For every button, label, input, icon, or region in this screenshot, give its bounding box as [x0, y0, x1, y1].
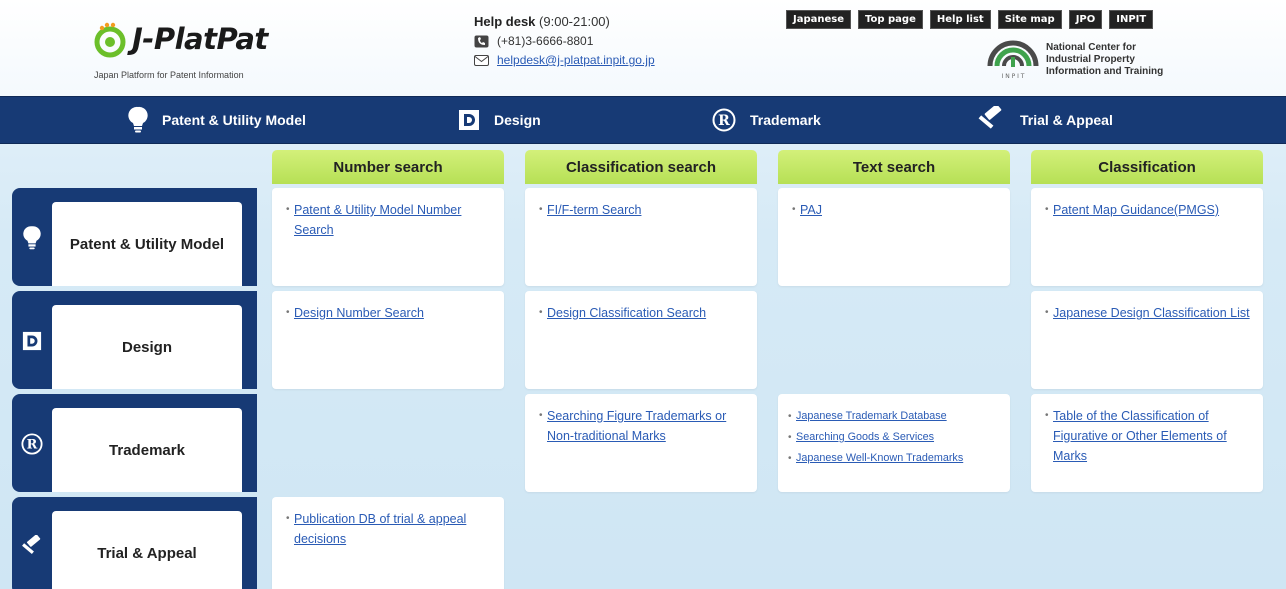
- logo-subtitle: Japan Platform for Patent Information: [94, 70, 244, 80]
- link-searching-goods-services[interactable]: Searching Goods & Services: [796, 431, 934, 443]
- logo-mark-icon: [94, 22, 126, 58]
- logo-text: J-PlatPat: [132, 22, 268, 56]
- inpit-mark-icon: I N P I T: [987, 40, 1039, 80]
- nav-trademark[interactable]: R Trademark: [712, 97, 821, 143]
- phone-icon: [474, 35, 489, 48]
- cell-patent-number-search: Patent & Utility Model Number Search: [272, 188, 504, 286]
- inpit-line2: Industrial Property: [1046, 54, 1135, 65]
- helpdesk-title: Help desk (9:00-21:00): [474, 14, 754, 29]
- row-label: Trademark: [52, 408, 242, 492]
- link-paj[interactable]: PAJ: [800, 203, 822, 217]
- inpit-text: National Center for Industrial Property …: [1046, 42, 1163, 78]
- top-link-japanese[interactable]: Japanese: [786, 10, 852, 29]
- nav-design[interactable]: Design: [458, 97, 541, 143]
- row-patent-utility-model: Patent & Utility Model: [12, 188, 257, 286]
- helpdesk-email-link[interactable]: helpdesk@j-platpat.inpit.go.jp: [497, 53, 655, 67]
- column-header-number-search: Number search: [272, 150, 504, 184]
- link-fi-f-term-search[interactable]: FI/F-term Search: [547, 203, 641, 217]
- registered-r-icon: R: [712, 108, 736, 132]
- link-patent-map-guidance[interactable]: Patent Map Guidance(PMGS): [1053, 203, 1219, 217]
- gavel-icon: [976, 106, 1006, 134]
- helpdesk: Help desk (9:00-21:00) (+81)3-6666-8801 …: [474, 14, 754, 67]
- row-trial-appeal: Trial & Appeal: [12, 497, 257, 589]
- link-design-classification-search[interactable]: Design Classification Search: [547, 306, 706, 320]
- top-link-inpit[interactable]: INPIT: [1109, 10, 1154, 29]
- gavel-icon: [20, 533, 44, 561]
- list-item[interactable]: Patent & Utility Model Number Search: [286, 200, 496, 240]
- row-label: Patent & Utility Model: [52, 202, 242, 286]
- link-table-figurative-elements[interactable]: Table of the Classification of Figurativ…: [1053, 409, 1227, 463]
- list-item[interactable]: Design Number Search: [286, 303, 496, 323]
- helpdesk-hours: (9:00-21:00): [539, 14, 610, 29]
- top-link-top-page[interactable]: Top page: [858, 10, 923, 29]
- helpdesk-phone: (+81)3-6666-8801: [497, 34, 594, 48]
- link-japanese-trademark-database[interactable]: Japanese Trademark Database: [796, 410, 947, 422]
- list-item[interactable]: Table of the Classification of Figurativ…: [1045, 406, 1255, 466]
- nav-label: Patent & Utility Model: [162, 112, 306, 128]
- link-design-number-search[interactable]: Design Number Search: [294, 306, 424, 320]
- row-label: Trial & Appeal: [52, 511, 242, 589]
- top-link-help-list[interactable]: Help list: [929, 10, 991, 29]
- row-trademark: R Trademark: [12, 394, 257, 492]
- design-d-icon: [20, 327, 44, 355]
- cell-trial-number-search: Publication DB of trial & appeal decisio…: [272, 497, 504, 589]
- list-item[interactable]: Design Classification Search: [539, 303, 749, 323]
- lightbulb-icon: [128, 106, 148, 134]
- helpdesk-label: Help desk: [474, 14, 536, 29]
- svg-text:R: R: [718, 113, 730, 129]
- j-platpat-logo[interactable]: J-PlatPat Japan Platform for Patent Info…: [90, 18, 290, 88]
- row-design: Design: [12, 291, 257, 389]
- inpit-line3: Information and Training: [1046, 66, 1164, 77]
- registered-r-icon: R: [20, 430, 44, 458]
- list-item[interactable]: Japanese Trademark Database: [788, 406, 1002, 427]
- link-japanese-well-known-trademarks[interactable]: Japanese Well-Known Trademarks: [796, 452, 963, 464]
- cell-design-number-search: Design Number Search: [272, 291, 504, 389]
- top-links: Japanese Top page Help list Site map JPO…: [786, 10, 1154, 29]
- cell-patent-text-search: PAJ: [778, 188, 1010, 286]
- inpit-line1: National Center for: [1046, 42, 1137, 53]
- list-item[interactable]: Japanese Well-Known Trademarks: [788, 448, 1002, 469]
- top-link-site-map[interactable]: Site map: [997, 10, 1062, 29]
- link-patent-utility-model-number-search[interactable]: Patent & Utility Model Number Search: [294, 203, 461, 237]
- row-label: Design: [52, 305, 242, 389]
- column-header-classification-search: Classification search: [525, 150, 757, 184]
- list-item[interactable]: Searching Figure Trademarks or Non-tradi…: [539, 406, 749, 446]
- column-header-text-search: Text search: [778, 150, 1010, 184]
- list-item[interactable]: Publication DB of trial & appeal decisio…: [286, 509, 496, 549]
- cell-patent-classification: Patent Map Guidance(PMGS): [1031, 188, 1263, 286]
- cell-design-classification: Japanese Design Classification List: [1031, 291, 1263, 389]
- site-header: J-PlatPat Japan Platform for Patent Info…: [0, 0, 1286, 96]
- cell-trademark-text-search: Japanese Trademark Database Searching Go…: [778, 394, 1010, 492]
- list-item[interactable]: Japanese Design Classification List: [1045, 303, 1255, 323]
- list-item[interactable]: PAJ: [792, 200, 1002, 220]
- cell-trademark-classification: Table of the Classification of Figurativ…: [1031, 394, 1263, 492]
- link-japanese-design-classification-list[interactable]: Japanese Design Classification List: [1053, 306, 1250, 320]
- nav-label: Trial & Appeal: [1020, 112, 1113, 128]
- link-searching-figure-trademarks[interactable]: Searching Figure Trademarks or Non-tradi…: [547, 409, 726, 443]
- list-item[interactable]: Patent Map Guidance(PMGS): [1045, 200, 1255, 220]
- column-header-classification: Classification: [1031, 150, 1263, 184]
- cell-patent-classification-search: FI/F-term Search: [525, 188, 757, 286]
- inpit-logo[interactable]: I N P I T National Center for Industrial…: [986, 40, 1206, 88]
- nav-label: Design: [494, 112, 541, 128]
- mail-icon: [474, 54, 489, 67]
- nav-trial-appeal[interactable]: Trial & Appeal: [976, 97, 1113, 143]
- cell-design-classification-search: Design Classification Search: [525, 291, 757, 389]
- cell-trademark-classification-search: Searching Figure Trademarks or Non-tradi…: [525, 394, 757, 492]
- list-item[interactable]: FI/F-term Search: [539, 200, 749, 220]
- nav-patent-utility-model[interactable]: Patent & Utility Model: [128, 97, 306, 143]
- lightbulb-icon: [20, 224, 44, 252]
- svg-text:R: R: [27, 438, 38, 453]
- design-d-icon: [458, 109, 480, 131]
- link-publication-db-trial-appeal[interactable]: Publication DB of trial & appeal decisio…: [294, 512, 466, 546]
- nav-label: Trademark: [750, 112, 821, 128]
- inpit-mark-text: I N P I T: [1002, 73, 1025, 80]
- top-link-jpo[interactable]: JPO: [1068, 10, 1103, 29]
- list-item[interactable]: Searching Goods & Services: [788, 427, 1002, 448]
- main-nav: Patent & Utility Model Design R Trademar…: [0, 96, 1286, 144]
